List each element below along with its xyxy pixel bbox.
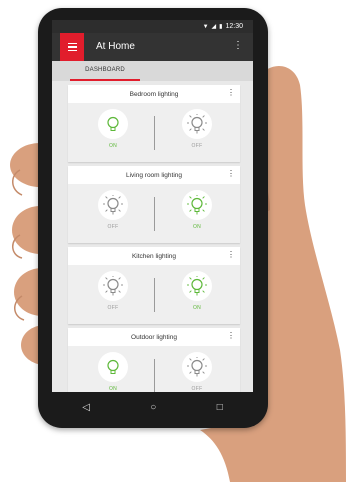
light-state-label: ON [192,224,202,230]
card-more-icon[interactable]: ⋮ [227,250,235,260]
light-toggle-right[interactable]: OFF [179,109,215,155]
card-header: Bedroom lighting ⋮ [68,85,240,103]
card-header: Kitchen lighting ⋮ [68,247,240,265]
light-state-label: OFF [107,305,119,311]
bulb-icon [98,109,128,139]
light-toggle-right[interactable]: OFF [179,352,215,392]
divider [154,197,155,231]
divider [154,359,155,392]
tab-bar: DASHBOARD [52,61,253,81]
card-body: OFF ON [68,265,240,324]
bulb-icon [182,109,212,139]
recents-icon[interactable]: □ [217,402,223,413]
card-header: Outdoor lighting ⋮ [68,328,240,346]
card-body: ON OFF [68,103,240,162]
app-title: At Home [96,41,135,52]
light-toggle-left[interactable]: OFF [95,190,131,236]
card-title: Bedroom lighting [129,90,179,98]
light-state-label: ON [192,305,202,311]
light-card: Bedroom lighting ⋮ ON OFF [68,85,240,162]
card-title: Living room lighting [125,171,182,179]
light-toggle-right[interactable]: ON [179,271,215,317]
light-state-label: OFF [191,143,203,149]
light-toggle-left[interactable]: OFF [95,271,131,317]
tab-dashboard[interactable]: DASHBOARD [70,61,140,81]
light-card: Living room lighting ⋮ OFF ON [68,166,240,243]
bulb-icon [182,352,212,382]
bulb-icon [98,190,128,220]
card-body: ON OFF [68,346,240,392]
bulb-icon [182,271,212,301]
divider [154,278,155,312]
card-more-icon[interactable]: ⋮ [227,169,235,179]
card-list: Bedroom lighting ⋮ ON OFF Living room li… [68,85,240,392]
more-vert-icon[interactable]: ⋮ [233,40,243,52]
light-toggle-left[interactable]: ON [95,352,131,392]
card-body: OFF ON [68,184,240,243]
card-more-icon[interactable]: ⋮ [227,331,235,341]
bulb-icon [182,190,212,220]
light-card: Kitchen lighting ⋮ OFF ON [68,247,240,324]
light-card: Outdoor lighting ⋮ ON OFF [68,328,240,392]
card-title: Kitchen lighting [131,252,177,260]
signal-icon: ◢ [211,24,217,30]
card-title: Outdoor lighting [131,333,177,341]
status-time: 12:30 [225,23,243,30]
hamburger-icon[interactable] [60,33,84,61]
bulb-icon [98,271,128,301]
light-state-label: ON [108,143,118,149]
light-toggle-right[interactable]: ON [179,190,215,236]
back-icon[interactable]: ◁ [82,402,90,413]
app-bar: At Home ⋮ [52,33,253,61]
light-toggle-left[interactable]: ON [95,109,131,155]
bulb-icon [98,352,128,382]
status-bar: ▼ ◢ ▮ 12:30 [52,20,253,33]
phone-screen: ▼ ◢ ▮ 12:30 At Home ⋮ DASHBOARD Bedroom … [52,20,253,392]
card-header: Living room lighting ⋮ [68,166,240,184]
light-state-label: OFF [107,224,119,230]
card-more-icon[interactable]: ⋮ [227,88,235,98]
home-icon[interactable]: ○ [150,402,156,413]
divider [154,116,155,150]
system-nav-bar: ◁ ○ □ [52,392,253,422]
battery-icon: ▮ [219,24,223,30]
wifi-icon: ▼ [202,23,209,30]
